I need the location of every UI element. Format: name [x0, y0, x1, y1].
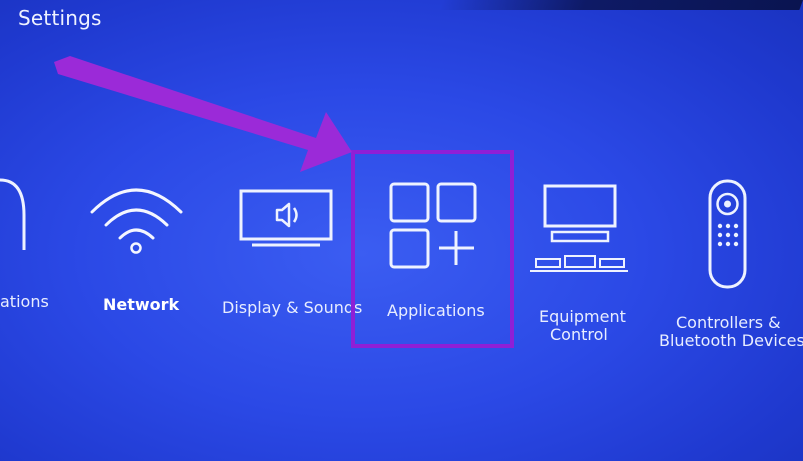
- annotation-arrow: [54, 56, 352, 172]
